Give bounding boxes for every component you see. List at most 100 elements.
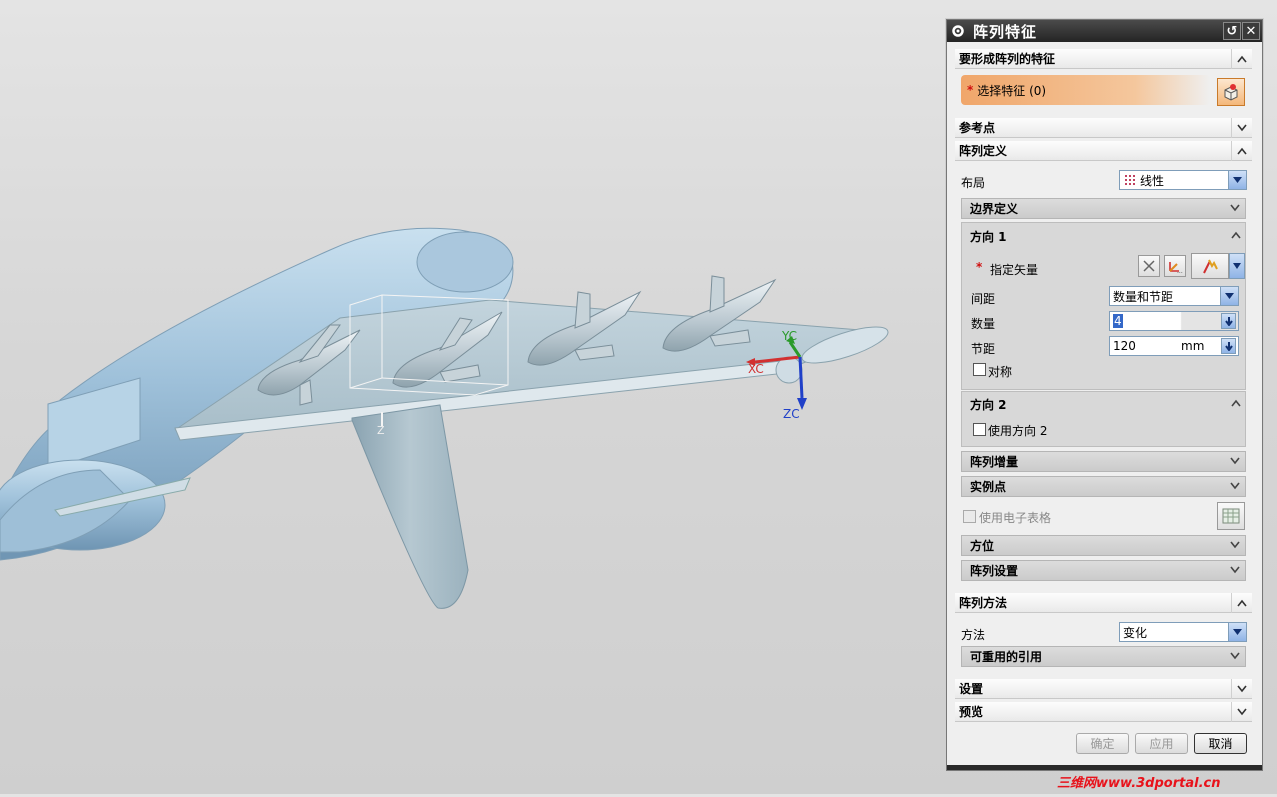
- pattern-definition-label: 阵列定义: [959, 144, 1008, 158]
- watermark: 三维网www.3dportal.cn: [1057, 776, 1221, 791]
- pattern-settings-header[interactable]: 阵列设置: [961, 560, 1246, 581]
- pitch-unit: mm: [1181, 339, 1205, 353]
- pattern-definition-header[interactable]: 阵列定义: [955, 141, 1252, 161]
- count-input[interactable]: 4: [1109, 311, 1239, 331]
- yc-axis-label: YC: [782, 329, 798, 343]
- z-axis-label: Z: [377, 424, 385, 437]
- count-dropdown-icon[interactable]: [1221, 313, 1236, 329]
- chevron-down-icon[interactable]: [1231, 118, 1252, 138]
- cancel-button[interactable]: 取消: [1194, 733, 1247, 754]
- pitch-dropdown-icon[interactable]: [1221, 338, 1236, 354]
- chevron-down-icon[interactable]: [1228, 201, 1242, 215]
- layout-select[interactable]: 线性: [1119, 170, 1247, 190]
- dialog-bottom-bar: [947, 765, 1262, 770]
- boundary-definition-header[interactable]: 边界定义: [961, 198, 1246, 219]
- spacing-label: 间距: [971, 292, 996, 306]
- pitch-input[interactable]: 120 mm: [1109, 336, 1239, 356]
- xc-axis-label: XC: [748, 362, 764, 376]
- orientation-header[interactable]: 方位: [961, 535, 1246, 556]
- settings-header[interactable]: 设置: [955, 679, 1252, 699]
- chevron-up-icon[interactable]: [1231, 141, 1252, 161]
- apply-button[interactable]: 应用: [1135, 733, 1188, 754]
- chevron-down-icon[interactable]: [1228, 649, 1242, 663]
- layout-label: 布局: [961, 176, 986, 190]
- reverse-direction-icon: [1143, 260, 1155, 272]
- select-feature-button[interactable]: [1217, 78, 1245, 106]
- spreadsheet-icon: [1222, 508, 1240, 524]
- pitch-value: 120: [1113, 339, 1136, 353]
- zc-axis-label: ZC: [783, 407, 800, 421]
- reusable-references-header[interactable]: 可重用的引用: [961, 646, 1246, 667]
- method-label: 方法: [961, 628, 986, 642]
- reusable-references-label: 可重用的引用: [970, 650, 1043, 664]
- increment-label: 阵列增量: [970, 455, 1019, 469]
- select-feature-label: 选择特征 (0): [977, 83, 1047, 98]
- symmetric-checkbox[interactable]: [973, 363, 986, 376]
- use-spreadsheet-checkbox[interactable]: [963, 510, 976, 523]
- features-section-header[interactable]: 要形成阵列的特征: [955, 49, 1252, 69]
- infer-vector-button[interactable]: [1191, 253, 1229, 279]
- svg-text:...: ...: [1177, 268, 1183, 274]
- dropdown-arrow-icon[interactable]: [1220, 287, 1238, 305]
- symmetric-label: 对称: [988, 365, 1013, 379]
- reference-point-label: 参考点: [959, 121, 996, 135]
- direction2-label: 方向 2: [970, 398, 1007, 412]
- linear-layout-icon: [1124, 174, 1137, 187]
- chevron-down-icon[interactable]: [1228, 563, 1242, 577]
- chevron-up-icon[interactable]: [1231, 593, 1252, 613]
- ok-button[interactable]: 确定: [1076, 733, 1129, 754]
- spacing-select[interactable]: 数量和节距: [1109, 286, 1239, 306]
- reference-point-header[interactable]: 参考点: [955, 118, 1252, 138]
- count-label: 数量: [971, 317, 996, 331]
- chevron-up-icon[interactable]: [1231, 396, 1241, 410]
- graphics-viewport[interactable]: YC XC ZC Z: [0, 0, 945, 794]
- method-select[interactable]: 变化: [1119, 622, 1247, 642]
- dialog-titlebar: 阵列特征 ↺ ✕: [947, 20, 1262, 42]
- infer-vector-icon: [1203, 259, 1218, 274]
- pattern-method-label: 阵列方法: [959, 596, 1008, 610]
- dropdown-arrow-icon[interactable]: [1228, 171, 1246, 189]
- use-direction2-checkbox[interactable]: [973, 423, 986, 436]
- layout-value: 线性: [1140, 173, 1165, 188]
- chevron-up-icon[interactable]: [1231, 228, 1241, 242]
- chevron-down-icon[interactable]: [1228, 538, 1242, 552]
- vector-dialog-icon: ...: [1169, 262, 1183, 274]
- pattern-settings-label: 阵列设置: [970, 564, 1019, 578]
- feature-cube-icon: [1224, 84, 1238, 101]
- dropdown-arrow-icon[interactable]: [1228, 623, 1246, 641]
- specify-vector-label: 指定矢量: [990, 263, 1039, 277]
- close-icon[interactable]: ✕: [1242, 22, 1260, 40]
- use-direction2-label: 使用方向 2: [988, 424, 1048, 438]
- chevron-down-icon[interactable]: [1228, 479, 1242, 493]
- use-spreadsheet-label: 使用电子表格: [979, 511, 1052, 525]
- count-value: 4: [1113, 314, 1123, 328]
- reverse-direction-button[interactable]: [1138, 255, 1160, 277]
- select-feature-row[interactable]: * 选择特征 (0): [961, 75, 1210, 105]
- direction1-label: 方向 1: [970, 230, 1007, 244]
- pattern-increment-header[interactable]: 阵列增量: [961, 451, 1246, 472]
- airplane-model: [0, 227, 889, 609]
- pattern-method-header[interactable]: 阵列方法: [955, 593, 1252, 613]
- chevron-up-icon[interactable]: [1231, 49, 1252, 69]
- settings-label: 设置: [959, 682, 984, 696]
- chevron-down-icon[interactable]: [1231, 702, 1252, 722]
- instance-points-label: 实例点: [970, 480, 1007, 494]
- pitch-label: 节距: [971, 342, 996, 356]
- boundary-label: 边界定义: [970, 202, 1019, 216]
- features-section-label: 要形成阵列的特征: [959, 52, 1056, 66]
- chevron-down-icon[interactable]: [1228, 454, 1242, 468]
- required-mark: *: [976, 260, 983, 274]
- spreadsheet-button[interactable]: [1217, 502, 1245, 530]
- instance-points-header[interactable]: 实例点: [961, 476, 1246, 497]
- chevron-down-icon[interactable]: [1231, 679, 1252, 699]
- reset-icon[interactable]: ↺: [1223, 22, 1241, 40]
- gear-icon[interactable]: [949, 22, 967, 40]
- spacing-value: 数量和节距: [1113, 289, 1174, 304]
- method-value: 变化: [1123, 625, 1148, 640]
- preview-label: 预览: [959, 705, 984, 719]
- preview-header[interactable]: 预览: [955, 702, 1252, 722]
- vector-dialog-button[interactable]: ...: [1164, 255, 1186, 277]
- infer-vector-dropdown[interactable]: [1229, 253, 1245, 279]
- orientation-label: 方位: [970, 539, 995, 553]
- required-mark: *: [967, 83, 974, 97]
